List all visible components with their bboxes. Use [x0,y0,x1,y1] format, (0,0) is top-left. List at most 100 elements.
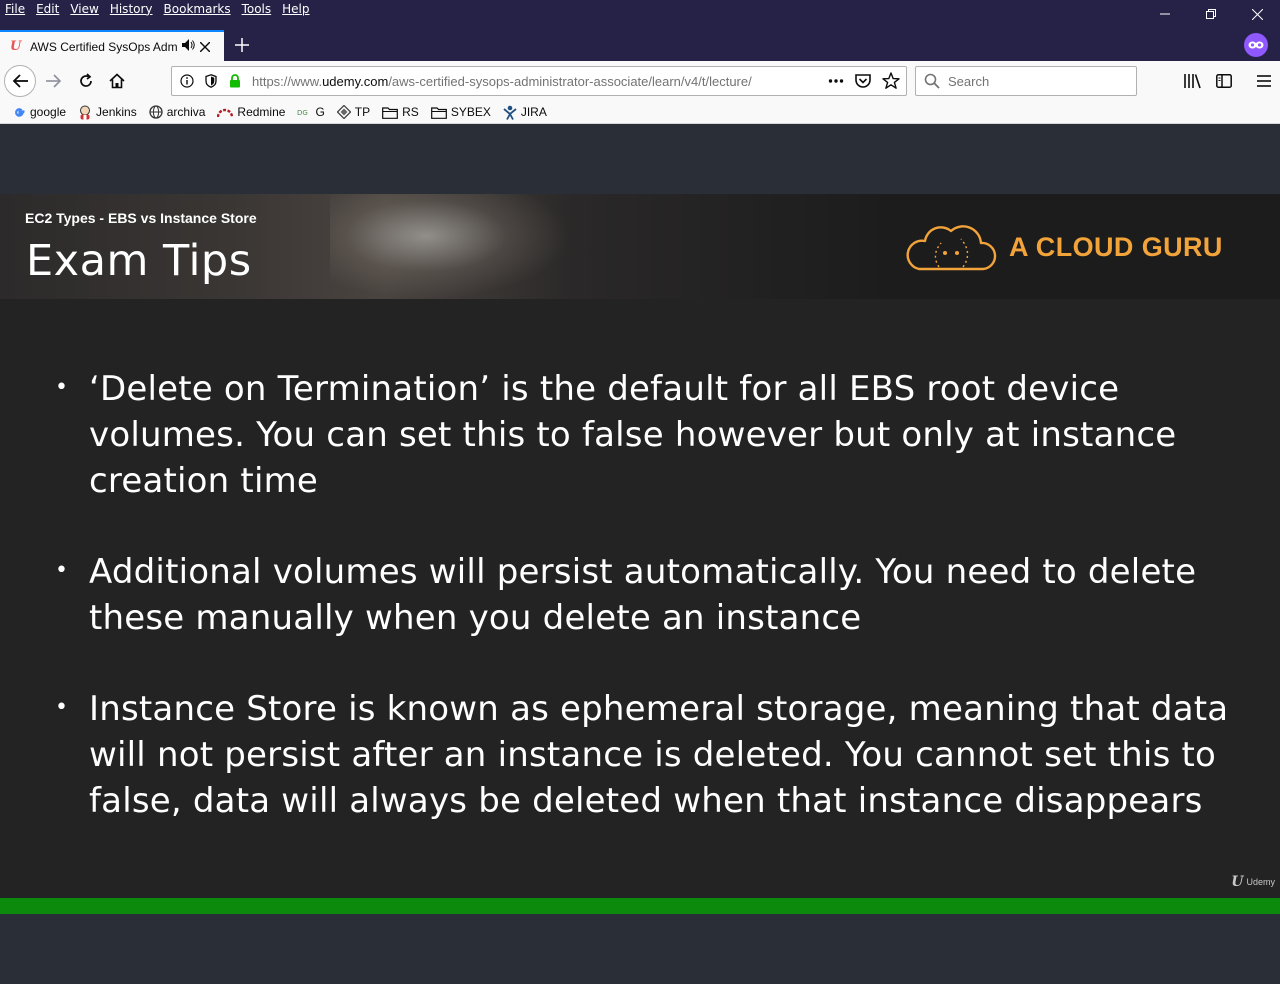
hamburger-icon [1257,75,1271,87]
toolbar-divider [1240,65,1248,97]
private-browsing-icon [1244,33,1268,57]
bookmark-google[interactable]: google [13,105,66,119]
bookmark-jenkins[interactable]: Jenkins [78,105,137,120]
url-actions [828,71,900,94]
menu-help[interactable]: Help [282,2,309,16]
navigation-toolbar: https://www.udemy.com/aws-certified-syso… [0,61,1280,101]
restore-icon [1206,9,1216,19]
page-actions-icon[interactable] [828,71,844,94]
bookmark-sybex[interactable]: SYBEX [430,105,491,119]
search-box[interactable]: Search [915,66,1137,96]
search-placeholder: Search [948,73,990,89]
lock-icon[interactable] [226,74,244,88]
reload-button[interactable] [70,65,102,97]
bookmark-tp[interactable]: TP [336,105,371,119]
close-tab-button[interactable] [199,38,211,56]
jira-icon [503,105,517,120]
forward-button[interactable] [38,65,70,97]
minimize-icon [1160,13,1170,15]
slide-title: Exam Tips [26,236,252,286]
jenkins-icon [78,105,92,120]
bookmark-label: google [30,105,67,119]
bullet-list: ‘Delete on Termination’ is the default f… [55,365,1255,869]
menu-edit[interactable]: Edit [36,2,59,16]
library-icon [1184,74,1201,89]
slide-subtitle: EC2 Types - EBS vs Instance Store [25,210,257,226]
brand-logo: A CLOUD GURU [905,221,1223,273]
globe-icon [149,105,163,119]
plus-icon [235,38,249,52]
dg-icon: DG [297,107,311,117]
bookmark-label: JIRA [520,105,547,119]
bookmark-g[interactable]: DG G [297,105,324,119]
menu-bar: File Edit View History Bookmarks Tools H… [0,0,1280,30]
library-button[interactable] [1176,65,1208,97]
speaker-icon[interactable] [182,39,196,54]
info-icon[interactable] [178,74,196,88]
tab-active[interactable]: U AWS Certified SysOps Administrator [0,30,224,61]
tab-title: AWS Certified SysOps Administrator [30,39,178,54]
udemy-watermark: U Udemy [1231,874,1275,890]
folder-icon [382,106,399,119]
cloud-guru-logo-icon [906,225,997,271]
slide-header: EC2 Types - EBS vs Instance Store Exam T… [0,194,1280,299]
svg-text:DG: DG [297,109,308,117]
sidebar-button[interactable] [1208,65,1240,97]
bullet-item: Additional volumes will persist automati… [55,548,1255,641]
menu-button[interactable] [1248,65,1280,97]
back-button[interactable] [4,65,36,97]
bookmark-label: TP [354,105,371,119]
menu-tools[interactable]: Tools [242,2,272,16]
bookmark-rs[interactable]: RS [382,105,419,119]
window-controls [1142,0,1280,28]
bookmark-archiva[interactable]: archiva [149,105,206,119]
restore-button[interactable] [1188,0,1234,28]
redmine-icon [217,106,234,118]
diamond-icon [336,105,351,119]
bullet-item: ‘Delete on Termination’ is the default f… [55,365,1255,504]
tracking-protection-icon[interactable] [202,74,220,88]
menu-history[interactable]: History [110,2,153,16]
url-path: /aws-certified-sysops-administrator-asso… [388,73,752,89]
bookmark-star-icon[interactable] [882,71,900,94]
menu-file[interactable]: File [5,2,25,16]
watermark-text: Udemy [1246,877,1275,887]
url-text: https://www.udemy.com/aws-certified-syso… [252,74,797,89]
bookmark-label: Redmine [237,105,286,119]
bookmark-label: SYBEX [450,105,491,119]
sidebar-icon [1216,74,1232,88]
home-button[interactable] [101,65,133,97]
video-player[interactable]: EC2 Types - EBS vs Instance Store Exam T… [0,194,1280,898]
progress-fill [0,898,1280,914]
arrow-right-icon [46,74,62,88]
url-bar[interactable]: https://www.udemy.com/aws-certified-syso… [171,66,907,96]
pocket-icon[interactable] [854,71,872,94]
bookmark-label: archiva [166,105,206,119]
video-progress-bar[interactable] [0,898,1280,914]
close-icon [199,41,211,52]
instructor-video-overlay [330,194,570,299]
url-domain: udemy.com [322,73,389,89]
udemy-logo-icon: U [1231,874,1244,890]
close-window-button[interactable] [1234,0,1280,28]
bookmark-redmine[interactable]: Redmine [217,105,285,119]
folder-icon [430,106,447,119]
reload-icon [80,73,92,87]
menu-view[interactable]: View [70,2,98,16]
home-icon [109,73,125,89]
bookmark-label: G [315,105,325,119]
bookmark-jira[interactable]: JIRA [503,105,547,120]
url-prefix: https://www. [252,73,323,89]
google-icon [13,106,26,119]
tab-strip: U AWS Certified SysOps Administrator [0,30,1280,61]
minimize-button[interactable] [1142,0,1188,28]
toolbar-right [1176,65,1280,97]
search-icon [924,73,940,89]
bookmark-label: RS [402,105,419,119]
menu-bookmarks[interactable]: Bookmarks [164,2,231,16]
new-tab-button[interactable] [230,33,254,57]
bullet-item: Instance Store is known as ephemeral sto… [55,685,1255,824]
bookmarks-toolbar: google Jenkins archiva Redmine DG G TP R… [0,101,1280,124]
brand-name: A CLOUD GURU [1009,231,1223,262]
bookmark-label: Jenkins [96,105,137,119]
